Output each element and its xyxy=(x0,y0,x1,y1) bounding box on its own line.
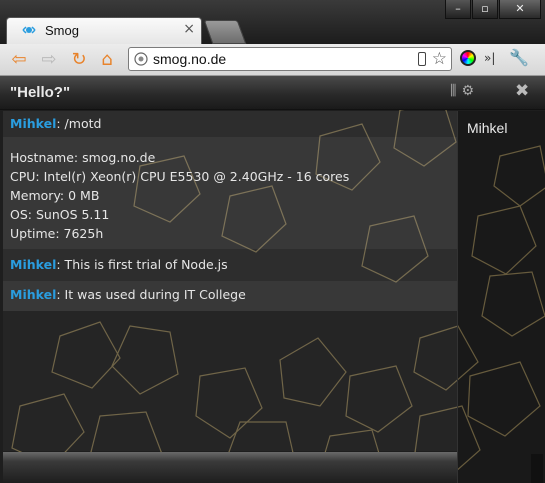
gear-icon[interactable]: ⚙ xyxy=(461,83,474,99)
globe-icon xyxy=(134,52,148,66)
reload-icon[interactable]: ↻ xyxy=(68,49,90,71)
tab-smog[interactable]: Smog × xyxy=(6,17,202,44)
browser-toolbar: ⇦ ⇨ ↻ ⌂ smog.no.de ☆ »| 🔧 xyxy=(0,44,545,76)
message-nick[interactable]: Mihkel xyxy=(10,116,56,131)
user-list: Mihkel xyxy=(457,111,545,483)
room-close-icon[interactable]: ✖ xyxy=(515,81,529,101)
room-header: "Hello?" ⫼ ⚙ ✖ xyxy=(0,76,545,110)
motd-memory: Memory: 0 MB xyxy=(10,188,100,203)
message-text: : This is first trial of Node.js xyxy=(56,257,228,272)
user-list-item[interactable]: Mihkel xyxy=(467,120,507,136)
address-bar[interactable]: smog.no.de ☆ xyxy=(128,47,452,71)
motd-uptime: Uptime: 7625h xyxy=(10,226,104,241)
page-content: "Hello?" ⫼ ⚙ ✖ Mihkel: /motd Hostname: s… xyxy=(0,76,545,483)
room-title: "Hello?" xyxy=(10,84,71,101)
motd-os: OS: SunOS 5.11 xyxy=(10,207,110,222)
message-text: : /motd xyxy=(56,116,102,131)
window-controls: – ▫ ✕ xyxy=(444,0,541,19)
message-row: Mihkel: This is first trial of Node.js xyxy=(3,249,457,281)
message-text: : It was used during IT College xyxy=(56,287,246,302)
resize-handle[interactable] xyxy=(531,454,543,483)
wrench-menu-icon[interactable]: 🔧 xyxy=(509,48,529,67)
bookmark-star-icon[interactable]: ☆ xyxy=(432,49,447,69)
message-row: Mihkel: /motd xyxy=(3,111,457,137)
sliders-icon[interactable]: ⫼ xyxy=(450,83,456,99)
message-nick[interactable]: Mihkel xyxy=(10,287,56,302)
forward-arrow-icon[interactable]: ⇨ xyxy=(38,49,60,71)
home-icon[interactable]: ⌂ xyxy=(96,49,118,71)
maximize-button[interactable]: ▫ xyxy=(472,0,498,19)
minimize-button[interactable]: – xyxy=(445,0,471,19)
new-tab-button[interactable] xyxy=(203,20,247,44)
tab-title: Smog xyxy=(45,23,79,38)
browser-titlebar: – ▫ ✕ Smog × xyxy=(0,0,545,44)
message-input-bar[interactable] xyxy=(3,452,457,483)
message-list: Mihkel: /motd Hostname: smog.no.de CPU: … xyxy=(3,111,457,451)
smog-favicon-icon xyxy=(22,26,36,34)
message-row: Mihkel: It was used during IT College xyxy=(3,281,457,311)
close-window-button[interactable]: ✕ xyxy=(499,0,541,19)
mobile-icon[interactable] xyxy=(417,52,426,66)
color-picker-extension-icon[interactable] xyxy=(460,49,476,66)
extensions-overflow-icon[interactable]: »| xyxy=(484,51,495,65)
motd-hostname: Hostname: smog.no.de xyxy=(10,150,156,165)
tab-close-icon[interactable]: × xyxy=(183,21,195,37)
url-text[interactable]: smog.no.de xyxy=(153,51,226,67)
motd-cpu: CPU: Intel(r) Xeon(r) CPU E5530 @ 2.40GH… xyxy=(10,169,350,184)
motd-block: Hostname: smog.no.de CPU: Intel(r) Xeon(… xyxy=(3,137,457,249)
back-arrow-icon[interactable]: ⇦ xyxy=(8,49,30,71)
message-nick[interactable]: Mihkel xyxy=(10,257,56,272)
